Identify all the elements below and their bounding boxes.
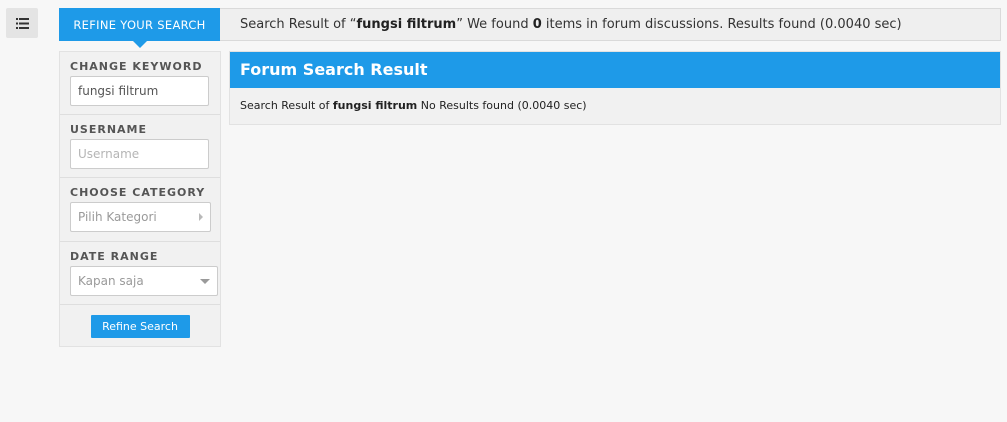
chevron-down-icon	[200, 278, 210, 284]
date-range-label: DATE RANGE	[70, 250, 159, 263]
category-value: Pilih Kategori	[78, 210, 157, 224]
search-summary-bar: REFINE YOUR SEARCH Search Result of “fun…	[59, 8, 1001, 48]
results-keyword: fungsi filtrum	[332, 99, 418, 112]
refine-search-button[interactable]: Refine Search	[90, 315, 190, 338]
username-label: USERNAME	[70, 123, 148, 136]
date-range-value: Kapan saja	[78, 274, 144, 288]
menu-toggle-button[interactable]	[6, 8, 38, 38]
category-section: CHOOSE CATEGORY Pilih Kategori	[60, 178, 220, 242]
keyword-label: CHANGE KEYWORD	[70, 60, 203, 73]
keyword-input[interactable]	[70, 76, 209, 106]
refine-button-wrap: Refine Search	[60, 305, 220, 338]
results-title: Forum Search Result	[230, 52, 1000, 88]
category-label: CHOOSE CATEGORY	[70, 186, 206, 199]
username-section: USERNAME	[60, 115, 220, 178]
list-icon	[15, 17, 29, 29]
summary-middle: ” We found	[456, 17, 533, 32]
results-prefix: Search Result of	[240, 99, 333, 112]
results-message: Search Result of fungsi filtrum No Resul…	[230, 88, 1000, 112]
category-select[interactable]: Pilih Kategori	[70, 202, 211, 232]
summary-suffix: items in forum discussions. Results foun…	[541, 17, 902, 32]
results-suffix: No Results found (0.0040 sec)	[417, 99, 587, 112]
refine-sidebar: CHANGE KEYWORD USERNAME CHOOSE CATEGORY …	[59, 51, 221, 347]
username-input[interactable]	[70, 139, 209, 169]
refine-search-tab[interactable]: REFINE YOUR SEARCH	[59, 8, 220, 48]
chevron-right-icon	[199, 213, 203, 221]
results-panel: Forum Search Result Search Result of fun…	[229, 51, 1001, 125]
summary-prefix: Search Result of “	[240, 17, 357, 32]
summary-count: 0	[532, 17, 542, 32]
date-range-section: DATE RANGE Kapan saja	[60, 242, 220, 305]
search-summary-text: Search Result of “fungsi filtrum” We fou…	[240, 9, 902, 40]
summary-keyword: fungsi filtrum	[356, 17, 457, 32]
keyword-section: CHANGE KEYWORD	[60, 52, 220, 115]
date-range-select[interactable]: Kapan saja	[70, 266, 218, 296]
